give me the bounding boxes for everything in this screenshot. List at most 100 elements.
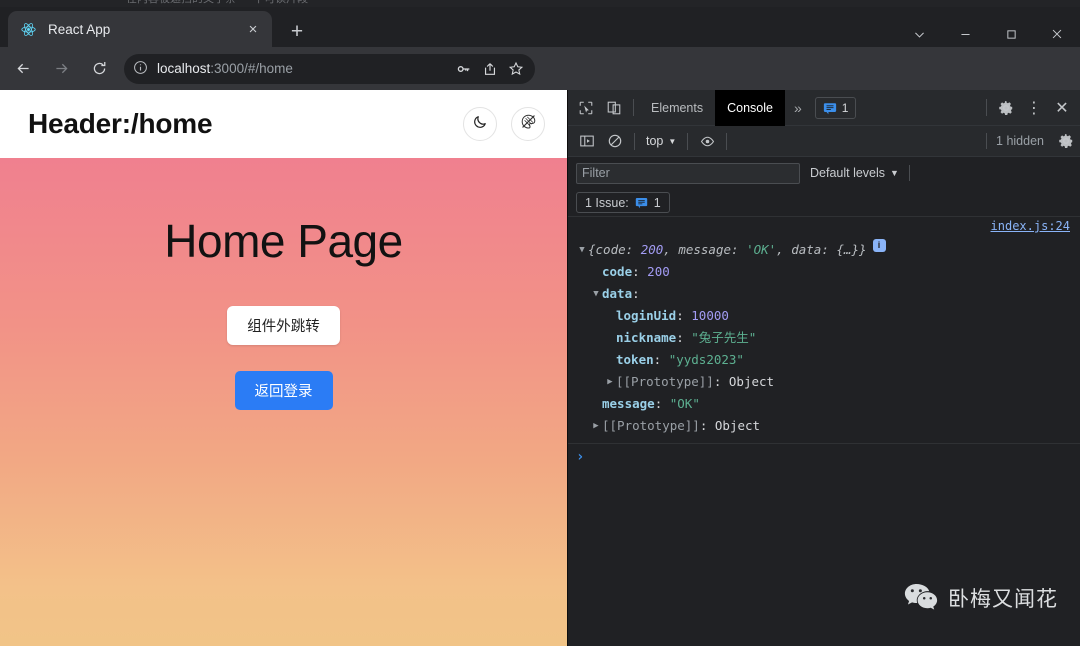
more-tabs-button[interactable]: » bbox=[785, 100, 811, 116]
issues-bar-count: 1 bbox=[653, 195, 661, 210]
console-property-row[interactable]: [[Prototype]]: Object bbox=[576, 415, 1072, 437]
new-tab-button[interactable]: + bbox=[284, 18, 310, 44]
inspect-element-icon[interactable] bbox=[572, 94, 600, 122]
console-filter-bar: Default levels ▼ bbox=[568, 157, 1080, 189]
hero-title: Home Page bbox=[164, 215, 403, 267]
console-property-row[interactable]: message: "OK" bbox=[576, 393, 1072, 415]
property-key: message bbox=[602, 396, 655, 411]
tab-console[interactable]: Console bbox=[715, 89, 785, 126]
hidden-messages-label: 1 hidden bbox=[996, 134, 1044, 148]
devtools-settings-icon[interactable] bbox=[992, 94, 1020, 122]
property-separator: : bbox=[676, 308, 692, 323]
console-toolbar-divider bbox=[634, 132, 635, 150]
execution-context-selector[interactable]: top ▼ bbox=[640, 134, 682, 148]
console-prompt[interactable]: › bbox=[568, 443, 1080, 469]
device-toolbar-icon[interactable] bbox=[600, 94, 628, 122]
console-output[interactable]: index.js:24 {code: 200, message: 'OK', d… bbox=[568, 217, 1080, 646]
external-jump-button[interactable]: 组件外跳转 bbox=[227, 306, 340, 345]
moon-icon bbox=[472, 113, 489, 135]
property-separator: : bbox=[713, 374, 729, 389]
app-header: Header:/home bbox=[0, 90, 567, 158]
theme-palette-toggle[interactable] bbox=[511, 107, 545, 141]
forward-button[interactable] bbox=[46, 54, 76, 84]
bookmark-star-icon[interactable] bbox=[503, 56, 529, 82]
expand-triangle-icon[interactable] bbox=[576, 239, 588, 261]
clear-console-icon[interactable] bbox=[601, 127, 629, 155]
address-bar[interactable]: localhost:3000/#/home bbox=[124, 53, 535, 84]
console-source-link[interactable]: index.js:24 bbox=[991, 219, 1070, 233]
property-separator: : bbox=[654, 396, 670, 411]
devtools-panel: Elements Console » 1 ⋮ ✕ top ▼ 1 hidden … bbox=[567, 89, 1080, 646]
devtools-right-controls: ⋮ ✕ bbox=[981, 94, 1080, 122]
browser-tab-title: React App bbox=[48, 21, 111, 37]
console-toolbar-divider-3 bbox=[726, 132, 728, 150]
chevron-down-icon: ▼ bbox=[668, 136, 677, 146]
obscured-top-sliver: 在内容被遮挡的文字条 — 不可读片段 bbox=[0, 0, 1080, 7]
console-log-entry[interactable]: index.js:24 {code: 200, message: 'OK', d… bbox=[568, 217, 1080, 443]
object-preview-text: {code: 200, message: 'OK', data: {…}} bbox=[588, 242, 867, 257]
expand-triangle-icon[interactable] bbox=[590, 283, 602, 305]
property-value: Object bbox=[728, 374, 775, 389]
close-tab-icon[interactable]: × bbox=[242, 18, 264, 40]
log-levels-selector[interactable]: Default levels ▼ bbox=[810, 166, 899, 180]
console-property-row[interactable]: nickname: "兔子先生" bbox=[576, 327, 1072, 349]
back-button[interactable] bbox=[8, 54, 38, 84]
reload-button[interactable] bbox=[84, 54, 114, 84]
console-settings-icon[interactable] bbox=[1052, 127, 1080, 155]
console-sidebar-icon[interactable] bbox=[573, 127, 601, 155]
issues-badge[interactable]: 1 bbox=[814, 96, 857, 119]
console-property-lines: code: 200data:loginUid: 10000nickname: "… bbox=[576, 261, 1072, 437]
key-icon[interactable] bbox=[451, 56, 477, 82]
eye-icon[interactable] bbox=[693, 127, 721, 155]
site-info-icon[interactable] bbox=[133, 60, 150, 77]
info-badge-icon[interactable]: i bbox=[872, 239, 886, 252]
devtools-close-icon[interactable]: ✕ bbox=[1048, 94, 1076, 122]
property-separator: : bbox=[699, 418, 715, 433]
console-toolbar: top ▼ 1 hidden bbox=[568, 126, 1080, 157]
console-toolbar-divider-4 bbox=[986, 133, 988, 149]
expand-triangle-icon[interactable] bbox=[590, 415, 602, 437]
execution-context-label: top bbox=[646, 134, 664, 148]
console-object-preview[interactable]: {code: 200, message: 'OK', data: {…}} i bbox=[576, 239, 1072, 261]
dark-mode-toggle[interactable] bbox=[463, 107, 497, 141]
property-value: "yyds2023" bbox=[668, 352, 744, 367]
issues-bar: 1 Issue: 1 bbox=[568, 189, 1080, 217]
wechat-logo-icon bbox=[904, 582, 938, 614]
issue-message-icon-2 bbox=[635, 198, 647, 209]
console-property-row[interactable]: data: bbox=[576, 283, 1072, 305]
devtools-more-icon[interactable]: ⋮ bbox=[1020, 94, 1048, 122]
issues-bar-label: 1 Issue: bbox=[585, 195, 629, 210]
obscured-top-sliver-text: 在内容被遮挡的文字条 — 不可读片段 bbox=[126, 0, 1080, 5]
chevron-down-icon-levels: ▼ bbox=[890, 168, 899, 178]
property-separator: : bbox=[632, 264, 648, 279]
issue-message-icon bbox=[823, 102, 836, 114]
prompt-caret-icon: › bbox=[576, 448, 585, 465]
filter-bar-divider bbox=[908, 165, 910, 181]
expand-triangle-icon[interactable] bbox=[604, 371, 616, 393]
open-issues-button[interactable]: 1 Issue: 1 bbox=[576, 192, 670, 213]
page-title: Header:/home bbox=[28, 108, 213, 139]
property-key: data bbox=[602, 286, 633, 301]
property-value: "兔子先生" bbox=[691, 330, 757, 345]
browser-window: 在内容被遮挡的文字条 — 不可读片段 React App × + bbox=[0, 0, 1080, 646]
console-property-row[interactable]: [[Prototype]]: Object bbox=[576, 371, 1072, 393]
toolbar-divider-2 bbox=[986, 99, 987, 116]
console-property-row[interactable]: loginUid: 10000 bbox=[576, 305, 1072, 327]
browser-tab-react-app[interactable]: React App × bbox=[8, 11, 272, 47]
address-bar-host: localhost bbox=[157, 61, 211, 76]
page-viewport: Header:/home Home Page 组件外跳转 返回登录 bbox=[0, 90, 567, 646]
console-toolbar-divider-2 bbox=[687, 132, 689, 150]
console-property-row[interactable]: code: 200 bbox=[576, 261, 1072, 283]
header-actions bbox=[463, 107, 545, 141]
share-icon[interactable] bbox=[477, 56, 503, 82]
react-logo-icon bbox=[20, 21, 37, 38]
property-key: code bbox=[602, 264, 633, 279]
property-separator: : bbox=[632, 286, 640, 301]
back-to-login-button[interactable]: 返回登录 bbox=[234, 371, 333, 410]
console-property-row[interactable]: token: "yyds2023" bbox=[576, 349, 1072, 371]
tab-elements[interactable]: Elements bbox=[639, 90, 715, 126]
issues-count: 1 bbox=[841, 100, 849, 115]
property-value: 200 bbox=[647, 264, 670, 279]
console-filter-input[interactable] bbox=[576, 162, 800, 184]
property-key: loginUid bbox=[616, 308, 677, 323]
